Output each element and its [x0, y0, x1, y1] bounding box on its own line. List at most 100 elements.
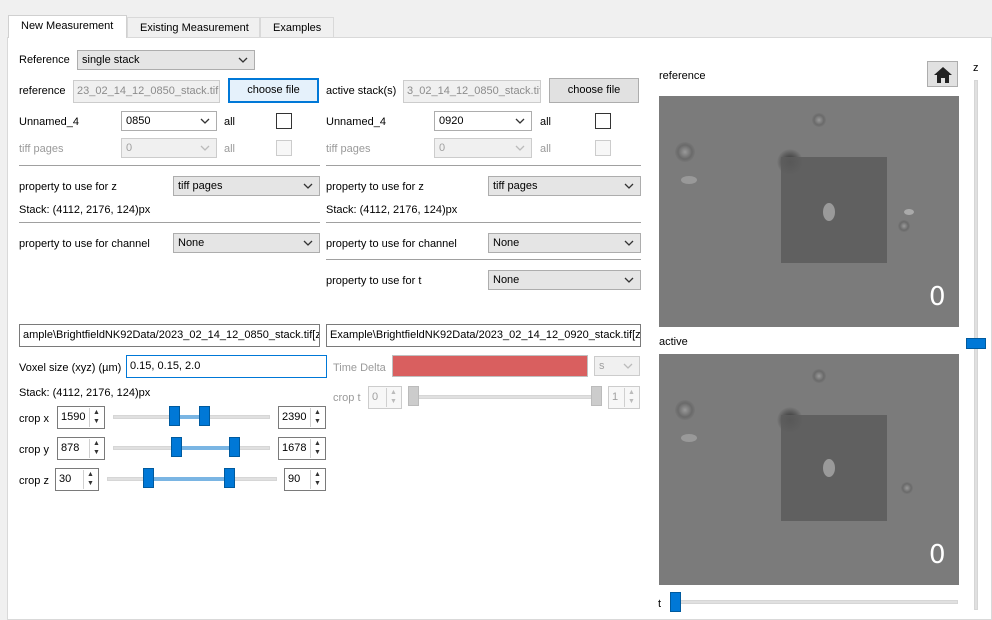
arrow-down-icon: ▼	[314, 449, 321, 456]
arrow-up-icon: ▲	[93, 409, 100, 416]
tab-examples[interactable]: Examples	[260, 17, 334, 38]
crop-x-min-spin[interactable]: 1590 ▲ ▼	[57, 406, 105, 429]
reference-unnamed-select[interactable]: 0850	[121, 111, 217, 131]
arrow-up-icon: ▲	[314, 440, 321, 447]
chevron-down-icon	[199, 114, 211, 128]
arrow-up-icon: ▲	[87, 471, 94, 478]
tab-existing-measurement[interactable]: Existing Measurement	[127, 17, 260, 38]
crop-t-max-spin[interactable]: 1 ▲ ▼	[608, 386, 640, 409]
crop-t-slider-track[interactable]	[410, 395, 600, 399]
reference-z-index: 0	[929, 282, 946, 312]
reference-all-checkbox[interactable]	[276, 113, 292, 129]
reference-tiff-select[interactable]: 0	[121, 138, 217, 158]
crop-t-handle-low[interactable]	[408, 386, 419, 406]
chevron-down-icon	[514, 141, 526, 155]
crop-y-max-value: 1678	[282, 442, 307, 454]
crop-x-max-spin[interactable]: 2390 ▲ ▼	[278, 406, 326, 429]
voxel-size-label: Voxel size (xyz) (µm)	[19, 362, 122, 374]
reference-z-select[interactable]: tiff pages	[173, 176, 320, 196]
active-channel-label: property to use for channel	[326, 238, 457, 250]
reference-choose-file-button[interactable]: choose file	[228, 78, 319, 103]
arrow-down-icon: ▼	[314, 480, 321, 487]
crop-t-max-value: 1	[612, 391, 619, 403]
active-unnamed-value: 0920	[439, 115, 464, 127]
crop-z-label: crop z	[19, 475, 49, 487]
t-axis-label: t	[658, 598, 662, 610]
reference-microscopy-image	[659, 96, 959, 327]
crop-t-min-spin[interactable]: 0 ▲ ▼	[368, 386, 402, 409]
spin-arrows[interactable]: ▲ ▼	[386, 388, 400, 407]
crop-z-min-spin[interactable]: 30 ▲ ▼	[55, 468, 99, 491]
active-path-field[interactable]: Example\BrightfieldNK92Data/2023_02_14_1…	[326, 324, 641, 347]
crop-x-handle-high[interactable]	[199, 406, 211, 426]
active-z-index: 0	[929, 540, 946, 570]
arrow-down-icon: ▼	[314, 418, 321, 425]
reference-channel-select[interactable]: None	[173, 233, 320, 253]
spin-arrows[interactable]: ▲ ▼	[89, 408, 103, 427]
active-all-checkbox[interactable]	[595, 113, 611, 129]
crop-y-handle-low[interactable]	[170, 437, 182, 457]
reference-file-field[interactable]: 23_02_14_12_0850_stack.tif	[73, 80, 220, 103]
active-unnamed-select[interactable]: 0920	[434, 111, 532, 131]
reference-unnamed-label: Unnamed_4	[19, 116, 79, 128]
reference-tiff-label: tiff pages	[19, 143, 64, 155]
crop-x-handle-low[interactable]	[169, 406, 181, 426]
reference-mode-select[interactable]: single stack	[77, 50, 255, 70]
reference-all2-checkbox[interactable]	[276, 140, 292, 156]
crop-y-handle-high[interactable]	[228, 437, 240, 457]
active-t-value: None	[493, 274, 520, 286]
crop-t-label: crop t	[333, 392, 361, 404]
active-z-label: property to use for z	[326, 181, 424, 193]
arrow-down-icon: ▼	[93, 418, 100, 425]
z-slider-handle[interactable]	[966, 338, 986, 349]
crop-z-handle-low[interactable]	[142, 468, 154, 488]
divider	[326, 165, 641, 166]
active-t-select[interactable]: None	[488, 270, 641, 290]
reference-path-field[interactable]: ample\BrightfieldNK92Data/2023_02_14_12_…	[19, 324, 320, 347]
arrow-down-icon: ▼	[93, 449, 100, 456]
active-z-value: tiff pages	[493, 180, 538, 192]
spin-arrows[interactable]: ▲ ▼	[310, 470, 324, 489]
chevron-down-icon	[302, 179, 314, 193]
time-unit-select[interactable]: s	[594, 356, 640, 376]
active-channel-select[interactable]: None	[488, 233, 641, 253]
active-all2-checkbox[interactable]	[595, 140, 611, 156]
spin-arrows[interactable]: ▲ ▼	[89, 439, 103, 458]
spin-arrows[interactable]: ▲ ▼	[310, 439, 324, 458]
crop-y-max-spin[interactable]: 1678 ▲ ▼	[278, 437, 326, 460]
crop-x-max-value: 2390	[282, 411, 307, 423]
z-axis-label: z	[973, 62, 979, 74]
active-choose-file-button[interactable]: choose file	[549, 78, 639, 103]
crop-y-min-spin[interactable]: 878 ▲ ▼	[57, 437, 105, 460]
chevron-down-icon	[302, 236, 314, 250]
divider	[19, 222, 320, 223]
active-t-label: property to use for t	[326, 275, 422, 287]
crop-y-min-value: 878	[61, 442, 80, 454]
t-slider-handle[interactable]	[670, 592, 681, 612]
active-tiff-select[interactable]: 0	[434, 138, 532, 158]
reference-image-view[interactable]: 0	[659, 96, 959, 327]
active-tiff-label: tiff pages	[326, 143, 371, 155]
chevron-down-icon	[623, 236, 635, 250]
crop-y-range-fill	[175, 446, 234, 450]
voxel-size-input[interactable]: 0.15, 0.15, 2.0	[126, 355, 327, 378]
home-icon	[933, 67, 952, 83]
time-delta-input[interactable]	[392, 355, 588, 377]
active-z-select[interactable]: tiff pages	[488, 176, 641, 196]
crop-z-max-spin[interactable]: 90 ▲ ▼	[284, 468, 326, 491]
spin-arrows[interactable]: ▲ ▼	[83, 470, 97, 489]
active-image-view[interactable]: 0	[659, 354, 959, 585]
home-button[interactable]	[927, 61, 958, 87]
spin-arrows[interactable]: ▲ ▼	[310, 408, 324, 427]
active-stack-info: Stack: (4112, 2176, 124)px	[326, 204, 458, 216]
crop-t-handle-high[interactable]	[591, 386, 602, 406]
crop-z-handle-high[interactable]	[224, 468, 236, 488]
chevron-down-icon	[237, 53, 249, 67]
tab-new-measurement[interactable]: New Measurement	[8, 15, 127, 38]
arrow-up-icon: ▲	[314, 471, 321, 478]
t-slider-track[interactable]	[672, 600, 958, 604]
spin-arrows[interactable]: ▲ ▼	[624, 388, 638, 407]
tab-label: Existing Measurement	[140, 22, 249, 34]
active-file-field[interactable]: 3_02_14_12_0850_stack.tif	[403, 80, 541, 103]
reference-stack-info: Stack: (4112, 2176, 124)px	[19, 204, 151, 216]
